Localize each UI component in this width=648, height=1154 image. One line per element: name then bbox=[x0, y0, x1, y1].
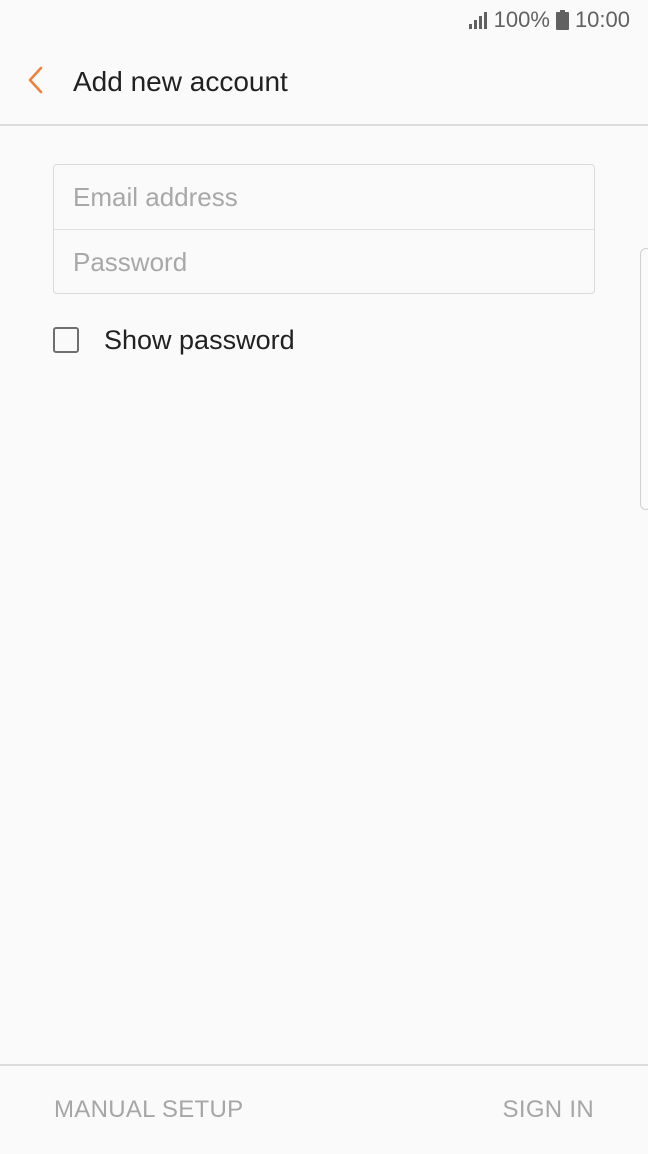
show-password-toggle[interactable]: Show password bbox=[53, 318, 295, 362]
page-title: Add new account bbox=[73, 66, 288, 97]
battery-icon bbox=[555, 10, 569, 30]
chevron-left-icon bbox=[26, 65, 46, 100]
signal-icon bbox=[468, 11, 488, 29]
status-bar: 100% 10:00 bbox=[0, 0, 648, 40]
show-password-label: Show password bbox=[104, 324, 295, 355]
show-password-checkbox[interactable] bbox=[53, 327, 79, 353]
battery-percent: 100% bbox=[493, 7, 550, 32]
back-button[interactable] bbox=[14, 60, 58, 104]
password-field[interactable] bbox=[54, 230, 594, 294]
email-field[interactable] bbox=[54, 165, 594, 229]
bottom-action-bar: MANUAL SETUP SIGN IN bbox=[0, 1064, 648, 1154]
clock: 10:00 bbox=[574, 7, 630, 32]
account-form bbox=[53, 164, 595, 294]
edge-panel-handle[interactable] bbox=[640, 248, 648, 510]
sign-in-button[interactable]: SIGN IN bbox=[503, 1096, 594, 1124]
app-bar: Add new account bbox=[0, 40, 648, 126]
manual-setup-button[interactable]: MANUAL SETUP bbox=[54, 1096, 243, 1124]
status-indicators: 100% 10:00 bbox=[468, 6, 630, 34]
